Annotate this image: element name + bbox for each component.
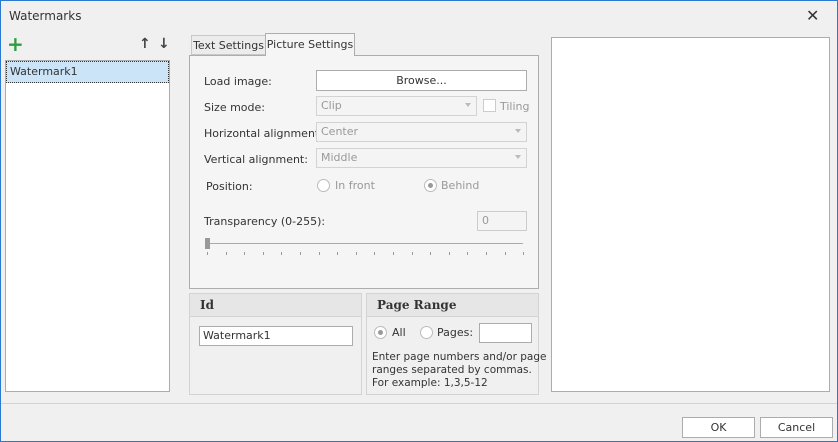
slider-tick — [355, 252, 357, 255]
h-align-label: Horizontal alignment: — [204, 127, 323, 140]
slider-tick — [448, 252, 450, 255]
all-label: All — [392, 326, 406, 339]
tiling-checkbox[interactable] — [483, 99, 496, 112]
in-front-radio[interactable] — [317, 179, 330, 192]
list-item[interactable]: Watermark1 — [6, 61, 169, 83]
h-align-select[interactable]: Center — [316, 122, 527, 142]
v-align-select[interactable]: Middle — [316, 148, 527, 168]
chevron-down-icon — [515, 129, 521, 133]
slider-tick — [504, 252, 506, 255]
slider-tick — [281, 252, 283, 255]
id-input[interactable]: Watermark1 — [199, 326, 353, 346]
pages-radio[interactable] — [420, 326, 433, 339]
slider-tick — [523, 252, 525, 255]
slider-tick — [486, 252, 487, 255]
chevron-down-icon — [515, 155, 521, 159]
transparency-slider-track[interactable] — [207, 243, 523, 244]
dialog-title: Watermarks — [9, 9, 82, 23]
slider-tick — [207, 252, 208, 255]
slider-tick — [318, 252, 320, 255]
pages-label: Pages: — [437, 326, 474, 339]
slider-tick — [300, 252, 301, 255]
page-range-hint: Enter page numbers and/or page ranges se… — [372, 351, 547, 389]
chevron-down-icon — [465, 103, 471, 107]
behind-radio[interactable] — [424, 179, 437, 192]
ok-button[interactable]: OK — [682, 417, 755, 438]
page-range-title: Page Range — [367, 294, 538, 317]
watermark-list: Watermark1 — [5, 60, 170, 392]
all-radio[interactable] — [374, 326, 387, 339]
transparency-label: Transparency (0-255): — [204, 215, 326, 228]
position-label: Position: — [206, 180, 253, 193]
move-up-icon[interactable]: ↑ — [139, 36, 151, 52]
transparency-slider-thumb[interactable] — [205, 238, 210, 249]
transparency-input[interactable]: 0 — [477, 211, 527, 231]
slider-tick — [337, 252, 339, 255]
slider-tick — [244, 252, 246, 255]
tab-text-settings[interactable]: Text Settings — [191, 35, 266, 55]
behind-label: Behind — [441, 179, 480, 192]
cancel-button[interactable]: Cancel — [760, 417, 833, 438]
load-image-label: Load image: — [204, 75, 272, 88]
tab-picture-settings[interactable]: Picture Settings — [265, 33, 355, 56]
size-mode-label: Size mode: — [204, 101, 265, 114]
add-icon[interactable]: + — [7, 34, 24, 54]
footer-divider — [1, 403, 837, 404]
tiling-label: Tiling — [500, 100, 530, 113]
slider-tick — [430, 252, 432, 255]
v-align-label: Vertical alignment: — [204, 153, 308, 166]
id-group-title: Id — [190, 294, 361, 317]
size-mode-select[interactable]: Clip — [316, 96, 477, 116]
preview-pane — [551, 37, 830, 392]
slider-tick — [467, 252, 469, 255]
close-icon[interactable]: ✕ — [806, 6, 819, 25]
slider-tick — [411, 252, 413, 255]
in-front-label: In front — [335, 179, 375, 192]
browse-button[interactable]: Browse... — [316, 70, 527, 91]
slider-tick — [225, 252, 227, 255]
move-down-icon[interactable]: ↓ — [158, 36, 170, 52]
slider-tick — [262, 252, 264, 255]
pages-input[interactable] — [479, 323, 532, 343]
slider-tick — [374, 252, 376, 255]
slider-tick — [393, 252, 394, 255]
